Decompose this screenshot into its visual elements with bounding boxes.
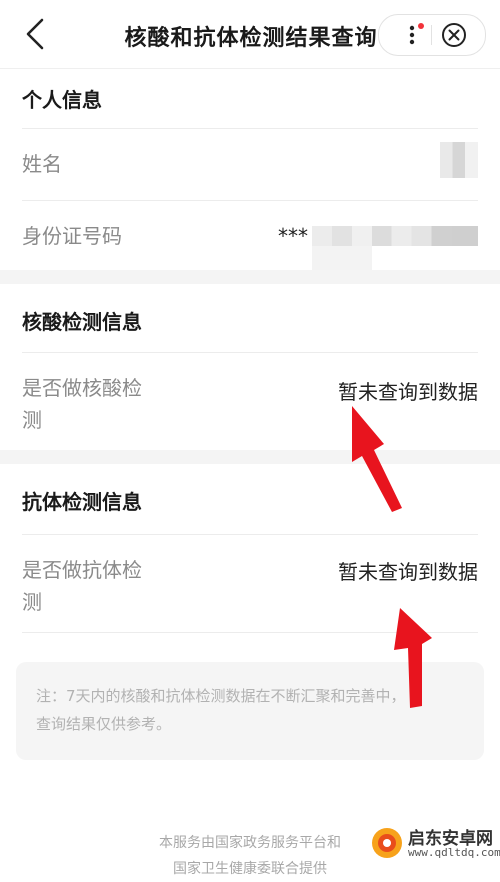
red-arrow-annotation [394, 608, 432, 708]
section-title-antibody: 抗体检测信息 [22, 490, 142, 514]
nucleic-row-label: 是否做核酸检 测 [22, 372, 142, 436]
divider [22, 352, 478, 353]
section-gap [0, 450, 500, 464]
close-circle-icon[interactable] [441, 22, 467, 48]
nav-bar: 核酸和抗体检测结果查询 [0, 0, 500, 69]
site-watermark: 启东安卓网 www.qdltdq.com [360, 822, 500, 864]
id-label: 身份证号码 [22, 224, 122, 248]
watermark-url: www.qdltdq.com [408, 846, 500, 859]
antibody-row-label-line2: 测 [22, 590, 42, 614]
watermark-logo-icon [372, 828, 402, 858]
nucleic-row-label-line2: 测 [22, 408, 42, 432]
divider [22, 534, 478, 535]
footer-text: 本服务由国家政务服务平台和 国家卫生健康委联合提供 [120, 830, 380, 882]
section-title-nucleic: 核酸检测信息 [22, 310, 142, 334]
nucleic-row-label-line1: 是否做核酸检 [22, 376, 142, 400]
section-title-personal: 个人信息 [22, 88, 102, 112]
divider [22, 128, 478, 129]
name-value-blurred [440, 142, 478, 178]
capsule-separator [431, 25, 432, 45]
id-value-blurred [312, 226, 478, 246]
red-arrow-annotation [352, 406, 402, 512]
more-dots-icon[interactable] [403, 23, 427, 47]
divider [22, 200, 478, 201]
capsule-menu [378, 14, 486, 56]
id-value-prefix: *** [278, 224, 308, 248]
id-value-blurred-extra [312, 246, 372, 272]
footer-line2: 国家卫生健康委联合提供 [173, 861, 327, 877]
footer-line1: 本服务由国家政务服务平台和 [159, 835, 341, 851]
antibody-row-value: 暂未查询到数据 [338, 560, 478, 584]
antibody-row-label-line1: 是否做抗体检 [22, 558, 142, 582]
section-gap [0, 270, 500, 284]
name-label: 姓名 [22, 152, 62, 176]
antibody-row-label: 是否做抗体检 测 [22, 554, 142, 618]
note-line2: 查询结果仅供参考。 [36, 715, 172, 733]
